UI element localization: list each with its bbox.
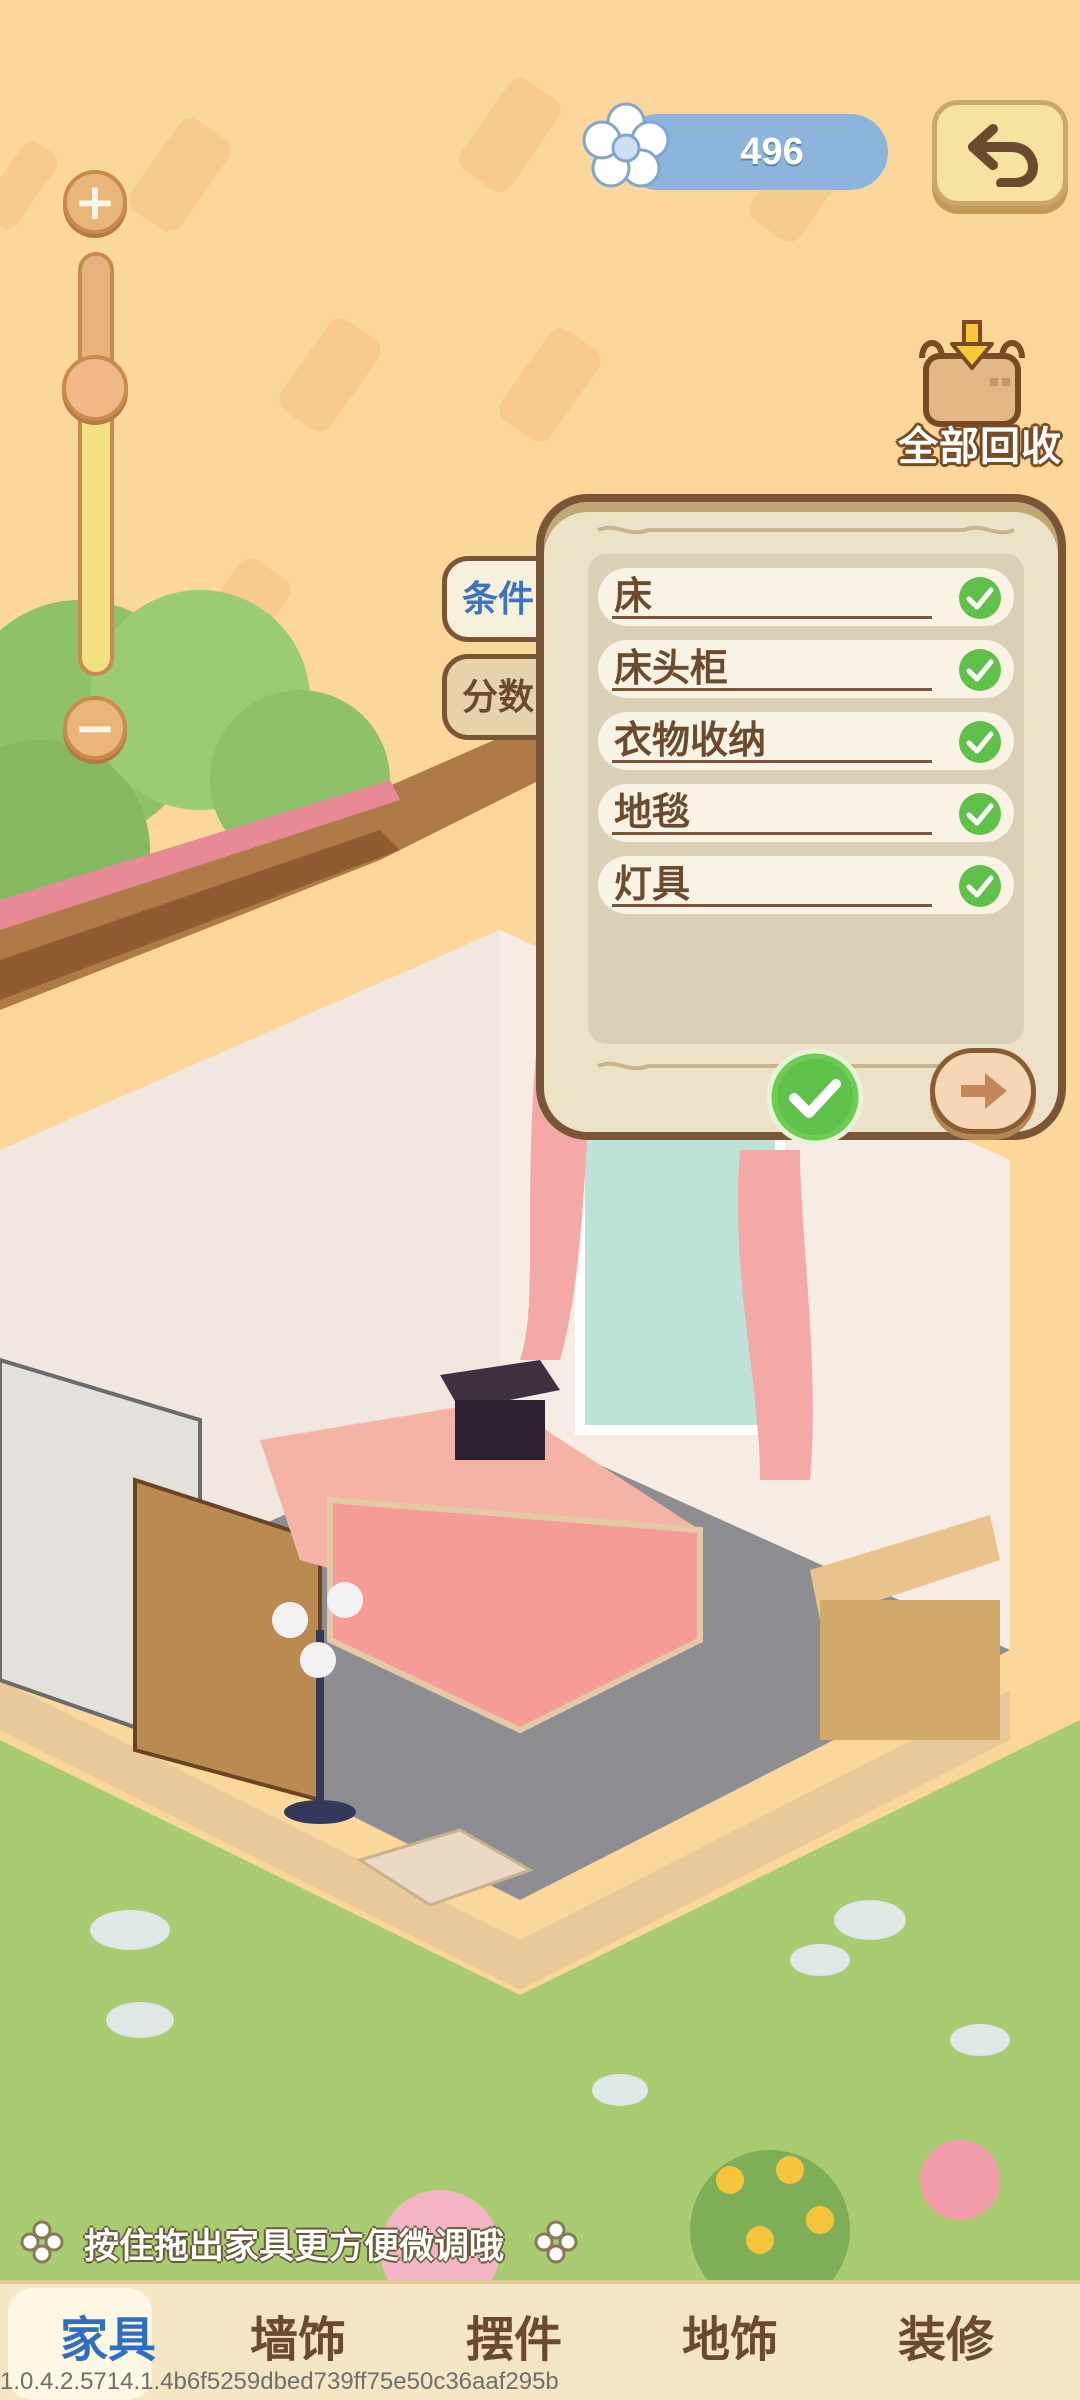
- condition-row: 地毯: [598, 784, 1014, 842]
- zoom-out-button[interactable]: −: [63, 696, 127, 760]
- currency-value: 496: [740, 131, 804, 173]
- tab-renovation[interactable]: 装修: [838, 2284, 1054, 2400]
- condition-label: 地毯: [614, 790, 691, 834]
- clover-icon: [534, 2220, 578, 2264]
- zoom-slider-track[interactable]: [78, 252, 114, 676]
- conditions-panel: 床 床头柜 衣物收纳 地毯 灯具: [536, 494, 1066, 1146]
- tab-label: 摆件: [465, 2312, 562, 2368]
- zoom-in-button[interactable]: +: [63, 170, 127, 234]
- condition-underline: [612, 616, 932, 619]
- arrow-right-icon: [961, 1073, 1007, 1109]
- next-button[interactable]: [930, 1048, 1036, 1134]
- back-button[interactable]: [932, 100, 1068, 206]
- recycle-basket-icon: [919, 320, 1025, 427]
- drag-hint: 按住拖出家具更方便微调哦: [20, 2212, 580, 2270]
- condition-label: 床头柜: [614, 646, 729, 690]
- confirm-button[interactable]: [766, 1048, 864, 1146]
- tab-floor-decor[interactable]: 地饰: [622, 2284, 838, 2400]
- condition-row: 床: [598, 568, 1014, 626]
- condition-underline: [612, 904, 932, 907]
- undo-arrow-icon: [968, 124, 1039, 187]
- check-circle-icon: [959, 577, 1001, 619]
- condition-row: 灯具: [598, 856, 1014, 914]
- tab-label: 墙饰: [249, 2312, 346, 2368]
- minus-icon: −: [74, 699, 116, 757]
- tab-label: 地饰: [681, 2312, 778, 2368]
- plus-icon: +: [74, 173, 116, 231]
- flower-icon: [582, 102, 670, 188]
- condition-row: 床头柜: [598, 640, 1014, 698]
- check-circle-icon: [959, 649, 1001, 691]
- currency-counter: 496: [580, 102, 890, 194]
- condition-label: 床: [614, 574, 653, 618]
- check-circle-icon: [959, 865, 1001, 907]
- check-circle-icon: [959, 721, 1001, 763]
- build-version: 1.0.4.2.5714.1.4b6f5259dbed739ff75e50c36…: [0, 2368, 559, 2395]
- condition-underline: [612, 760, 932, 763]
- check-circle-icon: [959, 793, 1001, 835]
- condition-label: 灯具: [614, 862, 691, 906]
- condition-underline: [612, 832, 932, 835]
- zoom-slider-thumb[interactable]: [62, 354, 128, 421]
- panel-divider-top: [597, 525, 1015, 535]
- condition-label: 衣物收纳: [614, 718, 767, 762]
- tab-label: 装修: [897, 2312, 994, 2368]
- recycle-all-label: 全部回收: [898, 424, 1062, 470]
- condition-underline: [612, 688, 932, 691]
- drag-hint-text: 按住拖出家具更方便微调哦: [84, 2227, 505, 2267]
- condition-row: 衣物收纳: [598, 712, 1014, 770]
- clover-icon: [20, 2220, 64, 2264]
- tab-label: 家具: [59, 2312, 156, 2368]
- recycle-all-button[interactable]: 全部回收: [880, 318, 1080, 470]
